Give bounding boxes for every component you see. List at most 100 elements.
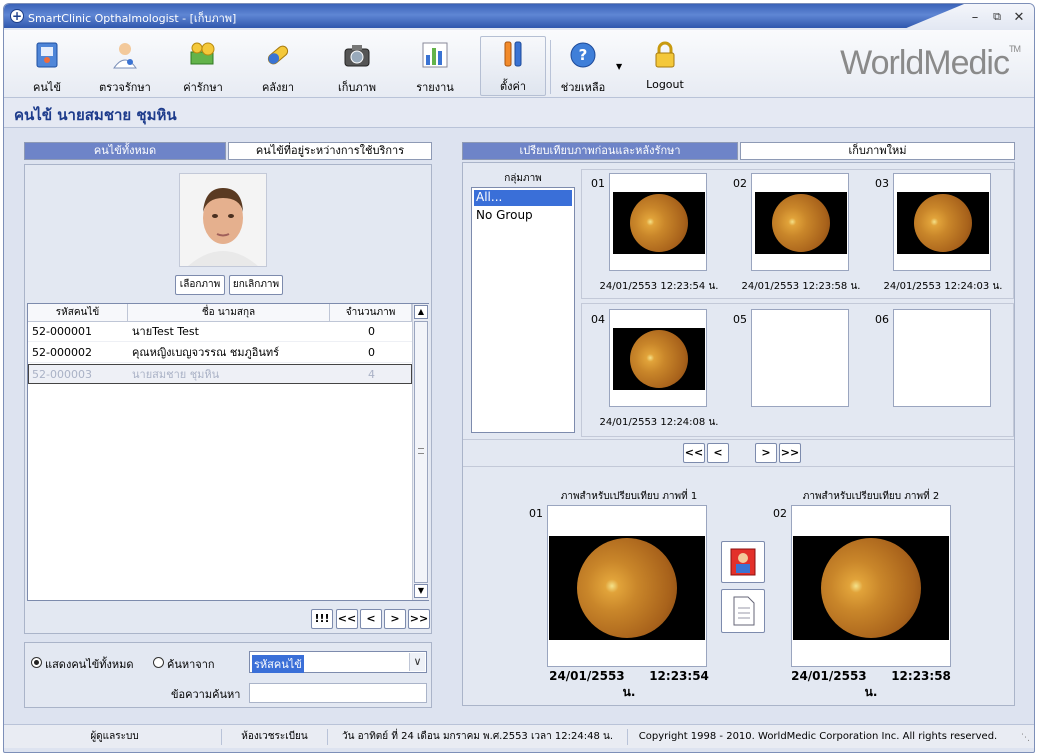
thumbnail-03[interactable]: [893, 173, 991, 271]
compare-2-number: 02: [773, 507, 787, 520]
search-field-select[interactable]: รหัสคนไข้ ∨: [249, 651, 427, 673]
toolbar-help-button[interactable]: ? ช่วยเหลือ: [550, 38, 616, 96]
status-room: ห้องเวชระเบียน: [222, 729, 328, 745]
toolbar-images-button[interactable]: เก็บภาพ: [324, 38, 390, 96]
document-button[interactable]: [721, 589, 765, 633]
logout-button[interactable]: Logout: [632, 38, 698, 96]
radio-show-all[interactable]: [31, 657, 42, 668]
toolbar-label: รายงาน: [416, 81, 454, 94]
table-scrollbar[interactable]: ▲ ▼: [412, 304, 429, 600]
nav-prev-button[interactable]: <: [360, 609, 382, 629]
radio-search-by-label: ค้นหาจาก: [167, 658, 215, 671]
table-row[interactable]: 52-000001 นายTest Test 0: [28, 322, 412, 342]
toolbar-patient-button[interactable]: คนไข้: [14, 38, 80, 96]
svg-text:?: ?: [579, 46, 588, 64]
tab-all-patients[interactable]: คนไข้ทั้งหมด: [24, 142, 226, 160]
compare-panel: กลุ่มภาพ All... No Group 01 24/01/2553 1…: [462, 162, 1015, 706]
compare-image-2[interactable]: [791, 505, 951, 667]
thumbnail-06-empty[interactable]: [893, 309, 991, 407]
thumb-date: 24/01/2553 12:23:58 น.: [741, 281, 861, 292]
search-text-input[interactable]: [249, 683, 427, 703]
compare-1-title: ภาพสำหรับเปรียบเทียบ ภาพที่ 1: [560, 491, 698, 502]
doctor-icon: [108, 40, 142, 70]
nav-last-button[interactable]: >>: [408, 609, 430, 629]
toolbar-pharmacy-button[interactable]: คลังยา: [245, 38, 311, 96]
group-box: กลุ่มภาพ All... No Group: [471, 169, 575, 435]
toolbar-billing-button[interactable]: ค่ารักษา: [170, 38, 236, 96]
compare-1-date: 24/01/2553: [549, 669, 625, 683]
toolbar-label: คนไข้: [33, 81, 61, 94]
compare-2-datetime: 24/01/2553 12:23:58 น.: [787, 669, 955, 702]
minimize-button[interactable]: –: [966, 10, 984, 25]
column-header-image-count[interactable]: จำนวนภาพ: [330, 304, 412, 322]
patient-header-bar: คนไข้ นายสมชาย ชุมหิน: [4, 98, 1034, 128]
thumb-nav-first-button[interactable]: <<: [683, 443, 705, 463]
table-row-selected[interactable]: 52-000003 นายสมชาย ชุมหิน 4: [28, 364, 412, 384]
radio-show-all-label: แสดงคนไข้ทั้งหมด: [45, 658, 134, 671]
thumb-nav-next-button[interactable]: >: [755, 443, 777, 463]
compare-image-1[interactable]: [547, 505, 707, 667]
thumb-number: 02: [733, 177, 747, 190]
thumb-date: 24/01/2553 12:24:08 น.: [599, 417, 719, 428]
thumbnail-05-empty[interactable]: [751, 309, 849, 407]
tab-patients-in-service[interactable]: คนไข้ที่อยู่ระหว่างการใช้บริการ: [228, 142, 432, 160]
group-item-no-group[interactable]: No Group: [474, 208, 572, 224]
cell-patient-id: 52-000001: [32, 325, 92, 338]
toolbar-label: Logout: [646, 78, 684, 91]
scroll-down-arrow-icon[interactable]: ▼: [414, 584, 428, 598]
toolbar-settings-button[interactable]: ตั้งค่า: [480, 36, 546, 96]
resize-grip-icon[interactable]: ⋱: [1021, 733, 1030, 743]
toolbar-label: เก็บภาพ: [337, 81, 377, 94]
thumb-number: 05: [733, 313, 747, 326]
cell-patient-id: 52-000002: [32, 346, 92, 359]
compare-2-time: 12:23:58 น.: [864, 669, 951, 699]
cancel-photo-button[interactable]: ยกเลิกภาพ: [229, 275, 283, 295]
patient-header: คนไข้ นายสมชาย ชุมหิน: [14, 106, 177, 124]
radio-search-by[interactable]: [153, 657, 164, 668]
table-row[interactable]: 52-000002 คุณหญิงเบญจวรรณ ชมภูอินทร์ 0: [28, 343, 412, 363]
tab-capture-new-image[interactable]: เก็บภาพใหม่: [740, 142, 1015, 160]
toolbar-reports-button[interactable]: รายงาน: [402, 38, 468, 96]
thumbnail-nav-bar: [463, 439, 1014, 467]
toolbar-treatment-button[interactable]: ตรวจรักษา: [92, 38, 158, 96]
thumbnail-04[interactable]: [609, 309, 707, 407]
thumb-nav-last-button[interactable]: >>: [779, 443, 801, 463]
nav-next-button[interactable]: >: [384, 609, 406, 629]
left-panel: คนไข้ทั้งหมด คนไข้ที่อยู่ระหว่างการใช้บร…: [22, 138, 432, 708]
search-field-selected-value: รหัสคนไข้: [252, 655, 304, 673]
column-header-name[interactable]: ชื่อ นามสกุล: [128, 304, 330, 322]
nav-refresh-button[interactable]: !!!: [311, 609, 333, 629]
thumbnail-02[interactable]: [751, 173, 849, 271]
tab-compare-images[interactable]: เปรียบเทียบภาพก่อนและหลังรักษา: [462, 142, 738, 160]
chevron-down-icon[interactable]: ∨: [409, 653, 425, 671]
swap-compare-button[interactable]: [721, 541, 765, 583]
thumbnail-01[interactable]: [609, 173, 707, 271]
lock-icon: [648, 40, 682, 70]
status-datetime: วัน อาทิตย์ ที่ 24 เดือน มกราคม พ.ศ.2553…: [328, 729, 628, 745]
nav-first-button[interactable]: <<: [336, 609, 358, 629]
scroll-thumb[interactable]: [414, 321, 428, 583]
cell-count: 4: [368, 368, 375, 381]
restore-button[interactable]: ⧉: [988, 10, 1006, 24]
close-button[interactable]: ✕: [1010, 10, 1028, 25]
status-bar: ผู้ดูแลระบบ ห้องเวชระเบียน วัน อาทิตย์ ท…: [4, 724, 1034, 748]
main-toolbar: คนไข้ ตรวจรักษา ค่ารักษา คลังยา เก็บภาพ: [4, 30, 1034, 98]
window-title: SmartClinic Opthalmologist - [เก็บภาพ]: [28, 12, 237, 25]
tools-icon: [496, 39, 530, 69]
help-dropdown-arrow-icon[interactable]: ▼: [616, 62, 622, 71]
column-header-patient-id[interactable]: รหัสคนไข้: [28, 304, 128, 322]
group-item-all[interactable]: All...: [474, 190, 572, 206]
toolbar-label: ตั้งค่า: [499, 80, 527, 93]
select-photo-button[interactable]: เลือกภาพ: [175, 275, 225, 295]
patient-face-image: [180, 174, 266, 266]
compare-2-date: 24/01/2553: [791, 669, 867, 683]
patient-table: รหัสคนไข้ ชื่อ นามสกุล จำนวนภาพ 52-00000…: [27, 303, 429, 601]
toolbar-label: คลังยา: [261, 81, 295, 94]
scroll-up-arrow-icon[interactable]: ▲: [414, 305, 428, 319]
compare-2-title: ภาพสำหรับเปรียบเทียบ ภาพที่ 2: [802, 491, 940, 502]
title-bar: + SmartClinic Opthalmologist - [เก็บภาพ]…: [4, 4, 1034, 30]
search-text-label: ข้อความค้นหา: [171, 688, 241, 701]
compare-persons-icon: [730, 548, 756, 576]
thumb-nav-prev-button[interactable]: <: [707, 443, 729, 463]
cell-count: 0: [368, 325, 375, 338]
